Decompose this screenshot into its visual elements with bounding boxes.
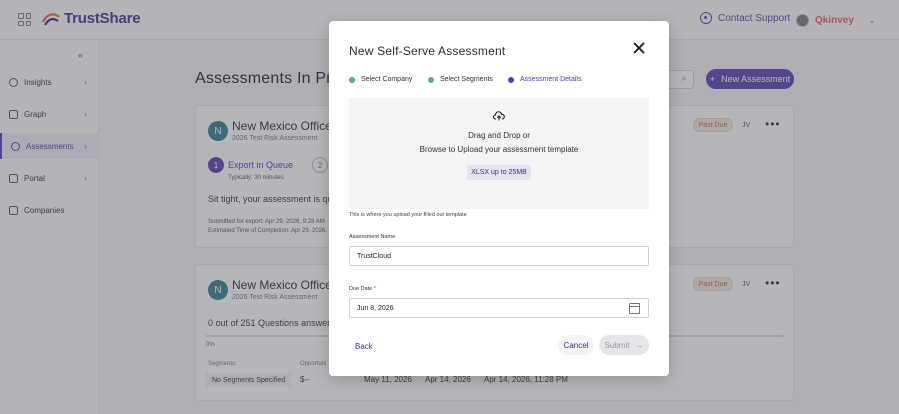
step-current-icon [508, 76, 514, 83]
step-label: Select Company [361, 76, 413, 83]
arrow-right-icon: → [635, 340, 644, 350]
cancel-button[interactable]: Cancel [558, 335, 594, 355]
step-label: Select Segments [440, 76, 493, 83]
assessment-name-label: Assessment Name [349, 234, 396, 240]
new-assessment-modal: New Self-Serve Assessment Select Company… [329, 21, 669, 376]
upload-cloud-icon [493, 111, 505, 121]
upload-helper-text: This is where you upload your filled out… [349, 212, 467, 218]
required-marker: * [373, 286, 376, 292]
assessment-name-value: TrustCloud [357, 252, 391, 260]
due-date-value: Jun 8, 2026 [357, 304, 394, 312]
step-select-company[interactable]: Select Company [349, 76, 412, 83]
assessment-name-input[interactable]: TrustCloud [349, 246, 649, 266]
step-complete-icon [428, 76, 434, 83]
back-button[interactable]: Back [355, 342, 373, 351]
step-label: Assessment Details [520, 76, 582, 83]
step-complete-icon [349, 76, 355, 83]
close-icon[interactable] [632, 41, 646, 55]
step-select-segments[interactable]: Select Segments [428, 76, 493, 83]
dropzone-text: Drag and Drop or [468, 131, 530, 140]
modal-title: New Self-Serve Assessment [349, 44, 506, 58]
file-type-badge: XLSX up to 25MB [467, 165, 531, 180]
due-date-label-text: Due Date [349, 286, 373, 292]
step-assessment-details[interactable]: Assessment Details [508, 76, 581, 83]
submit-button[interactable]: Submit → [599, 335, 649, 355]
browse-upload-link[interactable]: Browse to Upload your assessment templat… [349, 145, 649, 154]
due-date-label: Due Date * [349, 286, 376, 292]
due-date-input[interactable]: Jun 8, 2026 [349, 298, 649, 318]
file-dropzone[interactable]: Drag and Drop or Browse to Upload your a… [349, 98, 649, 209]
calendar-icon[interactable] [629, 303, 640, 314]
submit-label: Submit [604, 340, 630, 350]
